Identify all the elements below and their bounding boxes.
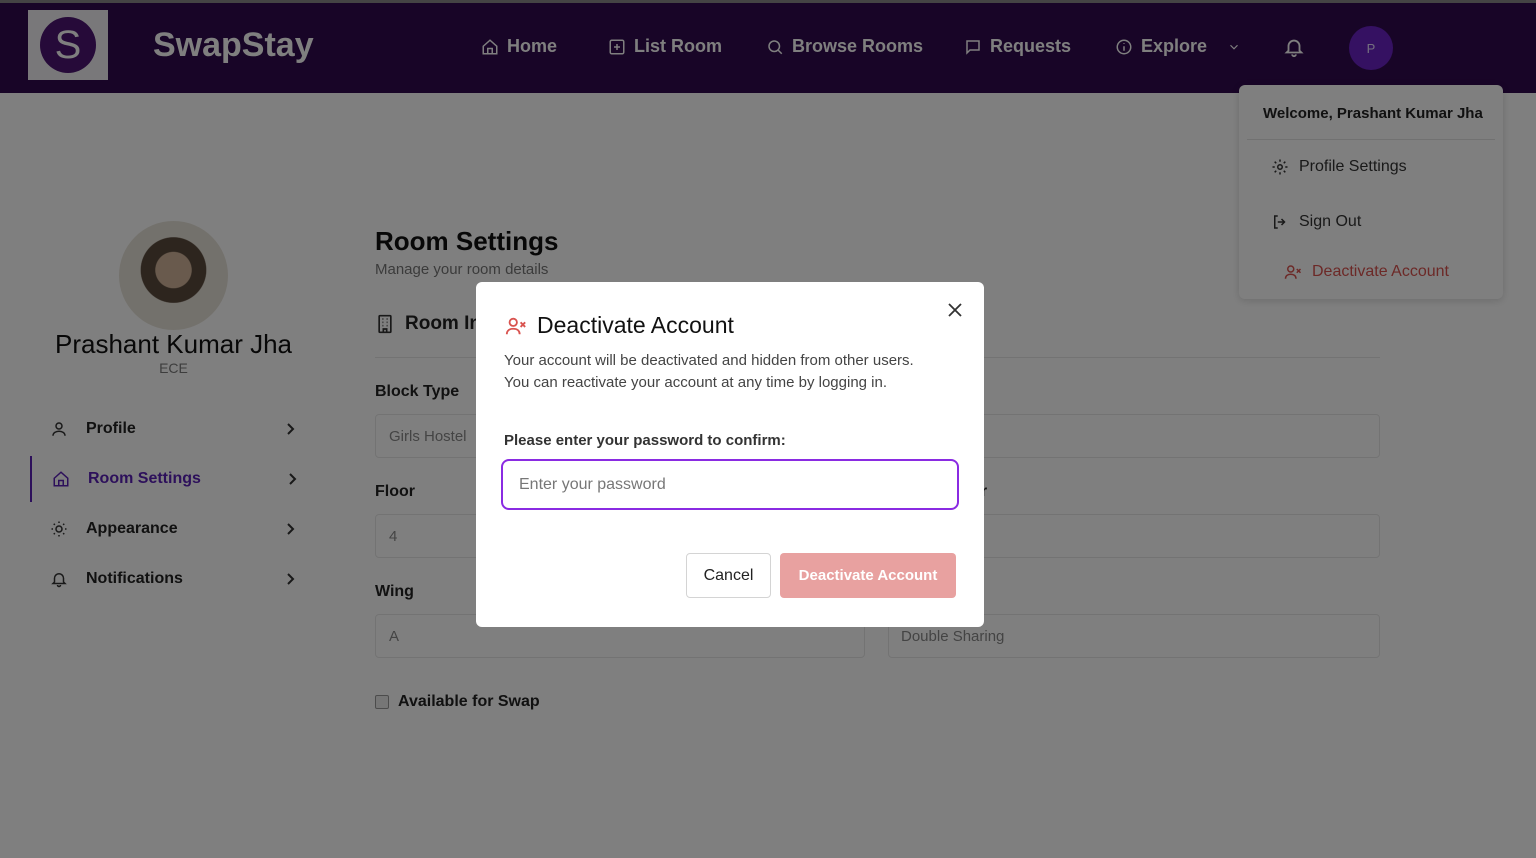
dialog-description: Your account will be deactivated and hid… — [504, 350, 954, 394]
dialog-description-line-2: You can reactivate your account at any t… — [504, 374, 888, 391]
dialog-title-text: Deactivate Account — [537, 312, 734, 338]
password-label: Please enter your password to confirm: — [504, 432, 786, 449]
close-icon[interactable] — [947, 302, 963, 318]
cancel-button[interactable]: Cancel — [686, 553, 771, 598]
user-x-icon — [505, 317, 526, 334]
dialog-description-line-1: Your account will be deactivated and hid… — [504, 352, 914, 369]
deactivate-account-button[interactable]: Deactivate Account — [780, 553, 956, 598]
dialog-title: Deactivate Account — [505, 312, 734, 339]
password-input[interactable] — [501, 459, 959, 510]
